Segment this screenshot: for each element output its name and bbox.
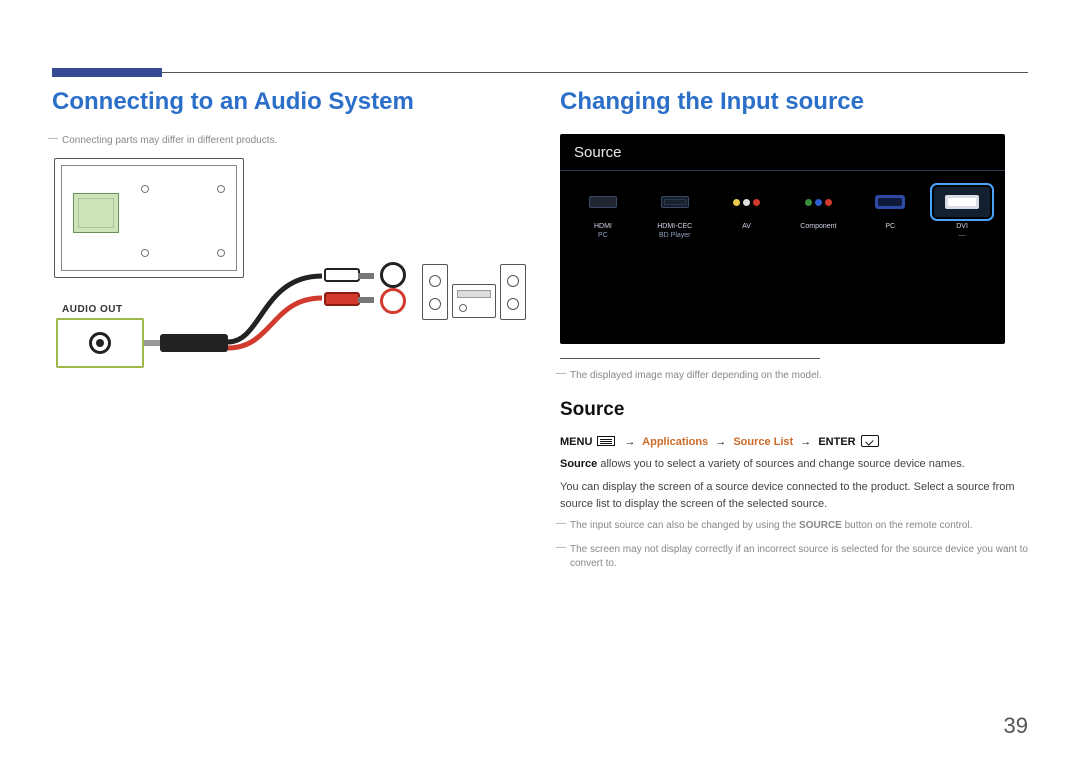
body-text: allows you to select a variety of source… bbox=[597, 458, 964, 470]
source-item-hdmi-cec[interactable]: HDMI-CEC BD Player bbox=[646, 187, 704, 239]
source-osd-panel: Source HDMI PC HDMI-CEC BD Player bbox=[560, 134, 1005, 344]
component-port-icon bbox=[805, 199, 832, 206]
source-item-label: HDMI bbox=[574, 223, 632, 232]
source-item-hdmi[interactable]: HDMI PC bbox=[574, 187, 632, 239]
source-panel-title: Source bbox=[574, 144, 991, 161]
enter-label: ENTER bbox=[818, 436, 855, 448]
note-audio: Connecting parts may differ in different… bbox=[52, 134, 520, 148]
menu-icon bbox=[597, 436, 615, 446]
source-item-label: PC bbox=[861, 223, 919, 232]
foot-remote: The input source can also be changed by … bbox=[560, 519, 1028, 533]
rca-red-icon bbox=[324, 292, 360, 306]
speaker-right-icon bbox=[500, 264, 526, 320]
vga-port-icon bbox=[875, 195, 905, 209]
source-item-label: AV bbox=[718, 223, 776, 232]
divider-rule bbox=[560, 358, 820, 359]
left-column: Connecting to an Audio System Connecting… bbox=[52, 88, 520, 581]
rca-white-icon bbox=[324, 268, 360, 282]
amplifier-icon bbox=[452, 284, 496, 318]
foot-bold: SOURCE bbox=[799, 520, 842, 531]
body-source-desc: Source allows you to select a variety of… bbox=[560, 456, 1028, 473]
foot-text: button on the remote control. bbox=[842, 520, 973, 531]
audio-connection-diagram: AUDIO OUT bbox=[52, 158, 522, 388]
source-item-label: DVI bbox=[933, 223, 991, 232]
source-item-component[interactable]: Component bbox=[789, 187, 847, 239]
heading-input: Changing the Input source bbox=[560, 88, 1028, 116]
page-number: 39 bbox=[1004, 713, 1028, 739]
tv-rear-icon bbox=[54, 158, 244, 278]
right-column: Changing the Input source Source HDMI PC… bbox=[560, 88, 1028, 581]
foot-text: The input source can also be changed by … bbox=[570, 520, 799, 531]
source-item-sub: — bbox=[933, 232, 991, 239]
av-port-icon bbox=[733, 199, 760, 206]
source-item-sub: BD Player bbox=[646, 232, 704, 239]
audio-plug-icon bbox=[160, 334, 228, 352]
source-item-label: Component bbox=[789, 223, 847, 232]
receiver-jack-red-icon bbox=[380, 288, 406, 314]
menu-path: MENU → Applications → Source List → ENTE… bbox=[560, 435, 1028, 448]
heading-source: Source bbox=[560, 399, 1028, 421]
source-item-label: HDMI-CEC bbox=[646, 223, 704, 232]
body-bold: Source bbox=[560, 458, 597, 470]
speaker-left-icon bbox=[422, 264, 448, 320]
arrow-icon: → bbox=[621, 436, 640, 448]
audio-out-label: AUDIO OUT bbox=[62, 304, 123, 315]
foot-warning: The screen may not display correctly if … bbox=[560, 543, 1028, 571]
source-item-sub: PC bbox=[574, 232, 632, 239]
menu-label: MENU bbox=[560, 436, 592, 448]
manual-page: Connecting to an Audio System Connecting… bbox=[0, 0, 1080, 763]
nav-applications: Applications bbox=[642, 436, 708, 448]
hdmi-port-icon bbox=[589, 196, 617, 208]
nav-source-list: Source List bbox=[733, 436, 793, 448]
header-rule bbox=[52, 72, 1028, 73]
dvi-port-icon bbox=[945, 195, 979, 209]
body-source-usage: You can display the screen of a source d… bbox=[560, 479, 1028, 513]
audio-out-port bbox=[56, 318, 144, 368]
heading-audio: Connecting to an Audio System bbox=[52, 88, 520, 116]
arrow-icon: → bbox=[711, 436, 730, 448]
enter-icon bbox=[861, 435, 879, 447]
receiver-jack-white-icon bbox=[380, 262, 406, 288]
source-item-pc[interactable]: PC bbox=[861, 187, 919, 239]
source-item-av[interactable]: AV bbox=[718, 187, 776, 239]
arrow-icon: → bbox=[796, 436, 815, 448]
source-item-dvi[interactable]: DVI — bbox=[933, 187, 991, 239]
hdmi-cec-port-icon bbox=[661, 196, 689, 208]
note-panel: The displayed image may differ depending… bbox=[560, 369, 1028, 383]
